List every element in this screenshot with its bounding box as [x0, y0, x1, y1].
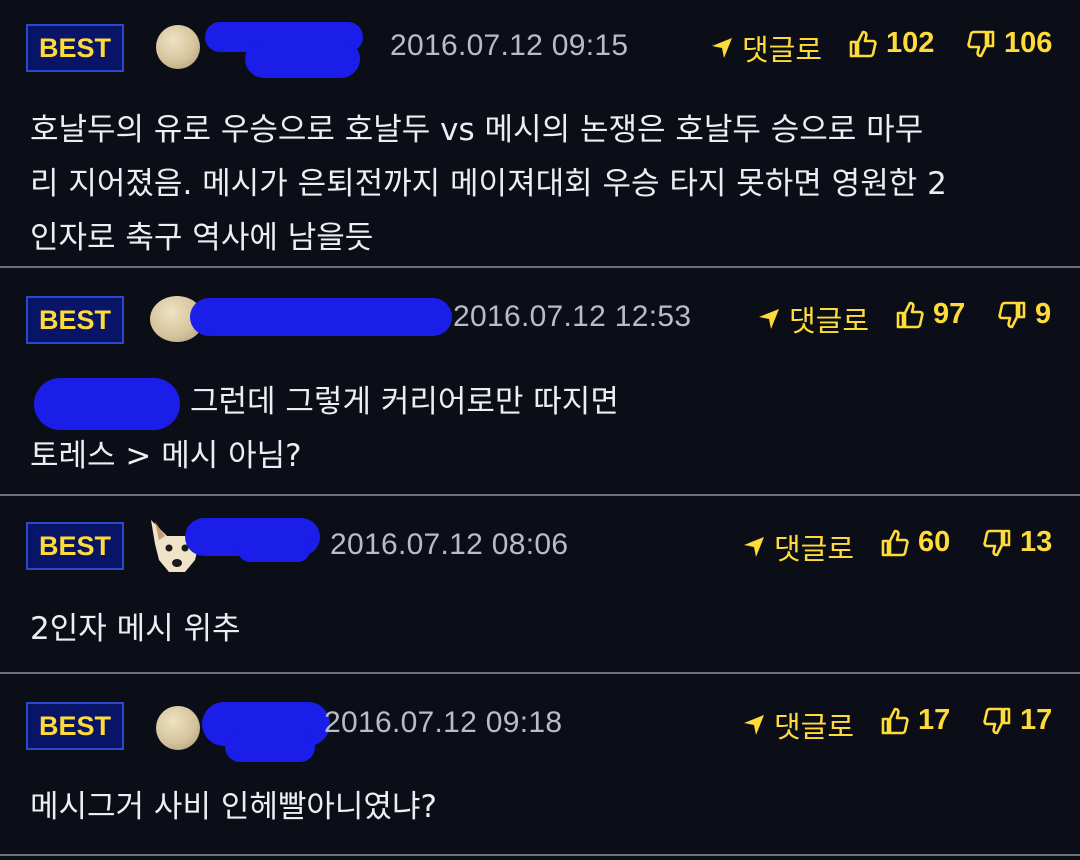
thumbs-down-icon [983, 529, 1011, 556]
best-badge: BEST [26, 522, 124, 570]
comment-item: BEST 2016.07.12 09:15 댓글로 102 106 호날두의 유… [0, 0, 1080, 268]
dislike-button[interactable]: 9 [997, 298, 1051, 331]
best-badge: BEST [26, 702, 124, 750]
comment-item: BEST 2016.07.12 12:53 댓글로 97 9 그런데 그렇게 커… [0, 268, 1080, 496]
comment-time: 2016.07.12 08:06 [330, 528, 569, 561]
avatar[interactable] [156, 25, 200, 69]
thumbs-down-icon [983, 707, 1011, 734]
reply-label: 댓글로 [742, 35, 823, 67]
thumbs-up-icon [896, 301, 924, 328]
comment-item: BEST 2016.07.12 08:06 댓글로 60 13 2인자 메시 위… [0, 496, 1080, 674]
like-button[interactable]: 17 [880, 704, 950, 737]
reply-button[interactable]: 댓글로 [740, 526, 854, 568]
like-button[interactable]: 102 [848, 27, 934, 60]
comment-header: BEST 2016.07.12 12:53 댓글로 97 9 [0, 268, 1080, 344]
thumbs-down-icon [998, 301, 1026, 328]
comment-line: 리 지어졌음. 메시가 은퇴전까지 메이져대회 우승 타지 못하면 영원한 2 [30, 166, 947, 202]
comment-line: 토레스 > 메시 아님? [30, 438, 302, 474]
thumbs-down-icon [967, 30, 995, 57]
comment-body: 2인자 메시 위추 [30, 602, 1060, 656]
dislike-count: 17 [1020, 704, 1053, 736]
like-count: 102 [886, 27, 935, 59]
dislike-button[interactable]: 106 [966, 27, 1052, 60]
comment-time: 2016.07.12 12:53 [453, 300, 692, 333]
username-redacted [190, 298, 452, 336]
comment-body: 호날두의 유로 우승으로 호날두 vs 메시의 논쟁은 호날두 승으로 마무 리… [30, 103, 1060, 265]
dislike-count: 9 [1035, 298, 1052, 330]
best-badge: BEST [26, 24, 124, 72]
reply-button[interactable]: 댓글로 [708, 27, 822, 69]
reply-label: 댓글로 [774, 712, 855, 744]
comment-header: BEST 2016.07.12 09:18 댓글로 17 17 [0, 674, 1080, 762]
comment-line: 그런데 그렇게 커리어로만 따지면 [190, 384, 619, 420]
like-count: 97 [933, 298, 966, 330]
thumbs-up-icon [849, 30, 877, 57]
dislike-button[interactable]: 13 [982, 526, 1052, 559]
arrow-icon [744, 715, 764, 735]
like-button[interactable]: 60 [880, 526, 950, 559]
username-redacted [245, 40, 360, 78]
dislike-button[interactable]: 17 [982, 704, 1052, 737]
reply-button[interactable]: 댓글로 [755, 298, 869, 340]
dislike-count: 106 [1004, 27, 1053, 59]
comment-item: BEST 2016.07.12 09:18 댓글로 17 17 메시그거 사비 … [0, 674, 1080, 856]
avatar[interactable] [156, 706, 200, 750]
dislike-count: 13 [1020, 526, 1053, 558]
like-count: 60 [918, 526, 951, 558]
reply-label: 댓글로 [789, 306, 870, 338]
like-button[interactable]: 97 [895, 298, 965, 331]
username-redacted [225, 732, 315, 762]
comment-header: BEST 2016.07.12 09:15 댓글로 102 106 [0, 0, 1080, 78]
like-count: 17 [918, 704, 951, 736]
comment-line: 호날두의 유로 우승으로 호날두 vs 메시의 논쟁은 호날두 승으로 마무 [30, 112, 924, 148]
comment-time: 2016.07.12 09:15 [390, 29, 629, 62]
comment-body: 그런데 그렇게 커리어로만 따지면 토레스 > 메시 아님? [30, 375, 1060, 483]
comment-header: BEST 2016.07.12 08:06 댓글로 60 13 [0, 496, 1080, 572]
thumbs-up-icon [881, 707, 909, 734]
comment-line: 메시그거 사비 인헤빨아니였냐? [30, 789, 437, 825]
comment-line: 2인자 메시 위추 [30, 611, 241, 647]
comment-time: 2016.07.12 09:18 [324, 706, 563, 739]
reply-button[interactable]: 댓글로 [740, 704, 854, 746]
arrow-icon [712, 38, 732, 58]
reply-label: 댓글로 [774, 534, 855, 566]
arrow-icon [744, 537, 764, 557]
username-redacted [238, 538, 310, 562]
best-badge: BEST [26, 296, 124, 344]
arrow-icon [759, 309, 779, 329]
thumbs-up-icon [881, 529, 909, 556]
comment-line: 인자로 축구 역사에 남을듯 [30, 220, 374, 256]
comment-body: 메시그거 사비 인헤빨아니였냐? [30, 780, 1060, 834]
